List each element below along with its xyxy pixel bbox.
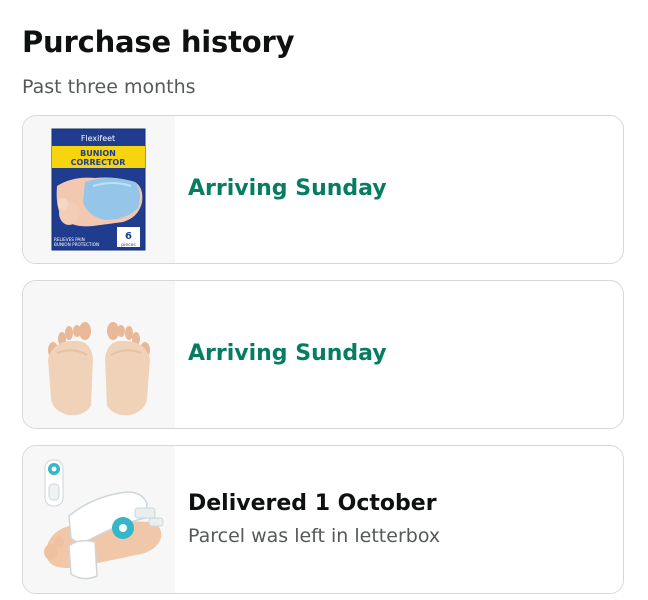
box-product-line1: BUNION — [80, 149, 116, 158]
page-subtitle: Past three months — [22, 76, 196, 98]
box-tagline2: BUNION PROTECTION — [54, 242, 99, 247]
order-card[interactable]: Flexifeet BUNION CORRECTOR 6 pieces RELI… — [22, 115, 624, 264]
product-image-gel-bunion-sleeves — [23, 281, 175, 428]
page-title: Purchase history — [22, 25, 295, 59]
box-count-unit: pieces — [121, 242, 136, 248]
right-foot — [105, 322, 150, 416]
splint-inset — [44, 459, 64, 507]
splint-toe-arm — [68, 539, 98, 580]
order-card[interactable]: Delivered 1 October Parcel was left in l… — [22, 445, 624, 594]
right-gel-sleeve — [105, 340, 150, 416]
order-status: Arriving Sunday — [188, 341, 387, 366]
order-status: Delivered 1 October — [188, 491, 437, 516]
order-card[interactable]: Arriving Sunday — [22, 280, 624, 429]
bunion-splint-image — [44, 459, 164, 580]
product-image-bunion-corrector-box: Flexifeet BUNION CORRECTOR 6 pieces RELI… — [23, 116, 175, 263]
order-status: Arriving Sunday — [188, 176, 387, 201]
purchase-history-page: Purchase history Past three months Flexi… — [0, 0, 648, 600]
product-image-bunion-splint — [23, 446, 175, 593]
box-count: 6 — [125, 231, 132, 242]
delivery-note: Parcel was left in letterbox — [188, 525, 441, 547]
gel-bunion-sleeves-image — [48, 322, 150, 416]
box-product-line2: CORRECTOR — [71, 158, 126, 167]
bunion-corrector-box-image: Flexifeet BUNION CORRECTOR 6 pieces RELI… — [51, 128, 146, 251]
box-brand: Flexifeet — [81, 134, 115, 143]
left-gel-sleeve — [48, 340, 93, 416]
left-foot — [48, 322, 93, 416]
